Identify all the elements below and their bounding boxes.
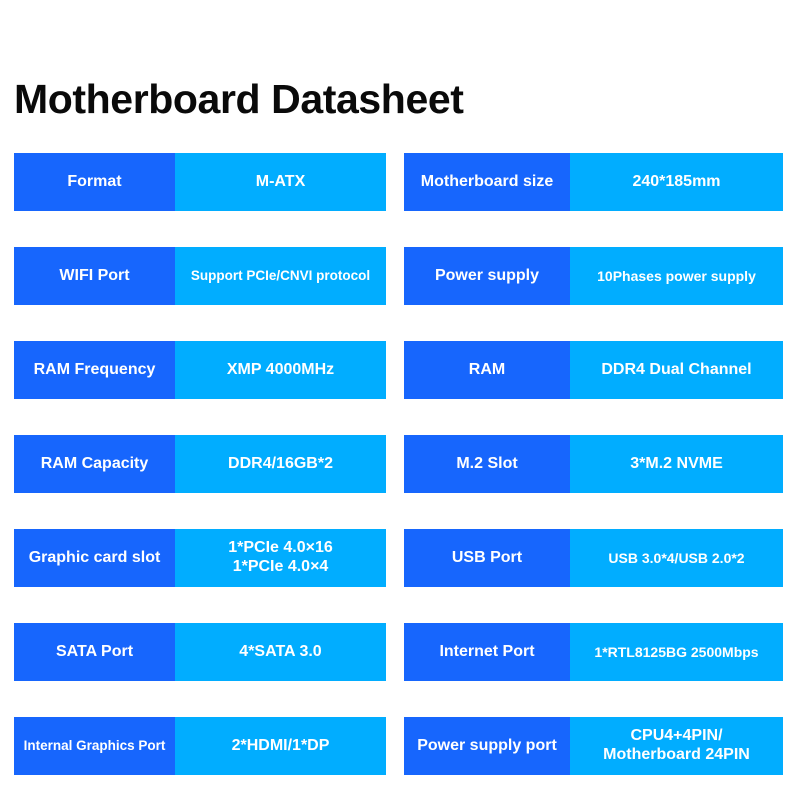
spec-label: RAM xyxy=(404,341,570,399)
spec-row: RAM Capacity DDR4/16GB*2 xyxy=(14,435,386,493)
spec-row: M.2 Slot 3*M.2 NVME xyxy=(404,435,783,493)
spec-value-line: 3*M.2 NVME xyxy=(630,454,723,472)
spec-value-line: 4*SATA 3.0 xyxy=(239,642,322,660)
spec-value: DDR4/16GB*2 xyxy=(175,435,386,493)
spec-row: RAM Frequency XMP 4000MHz xyxy=(14,341,386,399)
spec-row: Power supply port CPU4+4PIN/Motherboard 2… xyxy=(404,717,783,775)
spec-value: CPU4+4PIN/Motherboard 24PIN xyxy=(570,717,783,775)
spec-value-line: DDR4/16GB*2 xyxy=(228,454,333,472)
spec-label: SATA Port xyxy=(14,623,175,681)
spec-label: WIFI Port xyxy=(14,247,175,305)
spec-value-line: Support PCIe/CNVI protocol xyxy=(190,268,371,284)
spec-value: 1*PCIe 4.0×16 1*PCIe 4.0×4 xyxy=(175,529,386,587)
spec-value-line: 10Phases power supply xyxy=(597,267,756,284)
spec-label: Graphic card slot xyxy=(14,529,175,587)
spec-value: USB 3.0*4/USB 2.0*2 xyxy=(570,529,783,587)
spec-value: XMP 4000MHz xyxy=(175,341,386,399)
spec-value-line: 1*PCIe 4.0×16 xyxy=(228,539,333,557)
spec-value: 1*RTL8125BG 2500Mbps xyxy=(570,623,783,681)
spec-value-line: 1*RTL8125BG 2500Mbps xyxy=(594,643,759,660)
spec-row: Internal Graphics Port 2*HDMI/1*DP xyxy=(14,717,386,775)
spec-row: Graphic card slot 1*PCIe 4.0×16 1*PCIe 4.0… xyxy=(14,529,386,587)
spec-table: Format M-ATX Motherboard size 240*185mm WIFI… xyxy=(0,153,800,775)
spec-value-line: USB 3.0*4/USB 2.0*2 xyxy=(608,549,745,566)
spec-label: RAM Frequency xyxy=(14,341,175,399)
spec-row: Power supply 10Phases power supply xyxy=(404,247,783,305)
spec-row: USB Port USB 3.0*4/USB 2.0*2 xyxy=(404,529,783,587)
spec-label: USB Port xyxy=(404,529,570,587)
spec-value-line: CPU4+4PIN/ xyxy=(630,727,723,745)
datasheet-page: Motherboard Datasheet Format M-ATX Motherb… xyxy=(0,0,800,800)
spec-label: Internal Graphics Port xyxy=(14,717,175,775)
spec-label: M.2 Slot xyxy=(404,435,570,493)
spec-label: Motherboard size xyxy=(404,153,570,211)
spec-row: SATA Port 4*SATA 3.0 xyxy=(14,623,386,681)
spec-value-line: 2*HDMI/1*DP xyxy=(231,736,330,754)
spec-value: 2*HDMI/1*DP xyxy=(175,717,386,775)
spec-value-line: DDR4 Dual Channel xyxy=(601,360,752,378)
spec-row: RAM DDR4 Dual Channel xyxy=(404,341,783,399)
spec-row: Internet Port 1*RTL8125BG 2500Mbps xyxy=(404,623,783,681)
spec-label: Power supply xyxy=(404,247,570,305)
spec-value-line: XMP 4000MHz xyxy=(226,360,335,378)
spec-label: RAM Capacity xyxy=(14,435,175,493)
spec-value-line: M-ATX xyxy=(255,172,306,190)
spec-label: Power supply port xyxy=(404,717,570,775)
spec-value: 4*SATA 3.0 xyxy=(175,623,386,681)
spec-value-line: 1*PCIe 4.0×4 xyxy=(232,558,329,575)
spec-value-line: Motherboard 24PIN xyxy=(603,746,750,763)
spec-value: M-ATX xyxy=(175,153,386,211)
spec-row: WIFI Port Support PCIe/CNVI protocol xyxy=(14,247,386,305)
spec-value: 240*185mm xyxy=(570,153,783,211)
spec-row: Format M-ATX xyxy=(14,153,386,211)
page-title: Motherboard Datasheet xyxy=(14,76,464,123)
spec-value: 3*M.2 NVME xyxy=(570,435,783,493)
spec-value: Support PCIe/CNVI protocol xyxy=(175,247,386,305)
spec-label: Format xyxy=(14,153,175,211)
spec-label: Internet Port xyxy=(404,623,570,681)
spec-value: 10Phases power supply xyxy=(570,247,783,305)
spec-value-line: 240*185mm xyxy=(632,172,721,190)
spec-value: DDR4 Dual Channel xyxy=(570,341,783,399)
spec-row: Motherboard size 240*185mm xyxy=(404,153,783,211)
